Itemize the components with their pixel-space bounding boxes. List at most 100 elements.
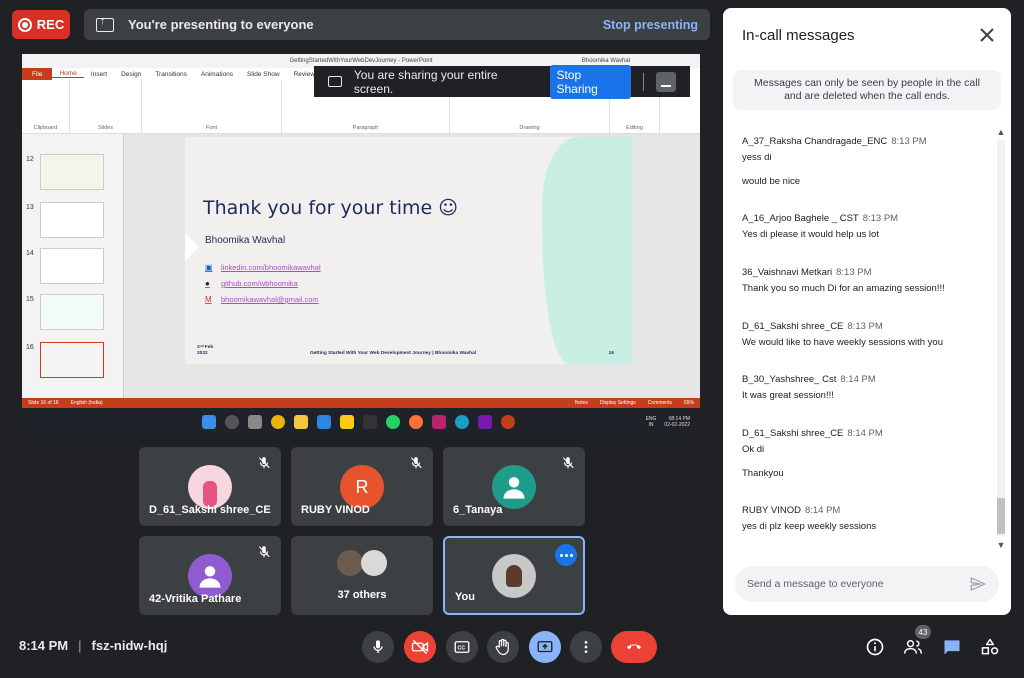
- meeting-details-button[interactable]: [864, 636, 886, 658]
- status-notes: Notes: [574, 400, 588, 406]
- close-icon[interactable]: [979, 27, 995, 43]
- vscode-icon: [317, 415, 331, 429]
- current-time: 8:14 PM: [19, 638, 69, 653]
- present-screen-icon: [96, 16, 114, 32]
- sticky-notes-icon: [340, 415, 354, 429]
- slide-thumbnail: [40, 154, 104, 190]
- send-icon[interactable]: [969, 575, 987, 593]
- microphone-button[interactable]: [362, 631, 394, 663]
- presenting-banner: You're presenting to everyone Stop prese…: [84, 9, 710, 40]
- participant-photo: [361, 550, 387, 576]
- message-time: 8:13 PM: [836, 267, 872, 278]
- tray-date: 02-02-2022: [664, 422, 690, 428]
- scroll-up-icon[interactable]: ▲: [995, 126, 1007, 138]
- captions-button[interactable]: CC: [446, 631, 478, 663]
- participant-name: 42-Vritika Pathare: [149, 593, 242, 605]
- slide-author: Bhoomika Wavhal: [205, 235, 286, 246]
- participant-tile[interactable]: R RUBY VINOD: [291, 447, 433, 526]
- file-explorer-icon: [294, 415, 308, 429]
- participant-photo: [337, 550, 363, 576]
- participant-name: You: [455, 591, 475, 603]
- chat-title: In-call messages: [742, 27, 855, 44]
- people-button[interactable]: [902, 636, 924, 658]
- slide-footer-date-line2: 2022: [197, 351, 208, 356]
- status-comments: Comments: [647, 400, 672, 406]
- slide-thumbnail: [40, 248, 104, 284]
- whatsapp-icon: [386, 415, 400, 429]
- message-text: would be nice: [742, 176, 801, 187]
- tray-region: IN: [648, 422, 654, 428]
- activities-button[interactable]: [979, 636, 1001, 658]
- chat-button[interactable]: [941, 636, 963, 658]
- mic-off-icon: [562, 457, 574, 469]
- message-sender: A_37_Raksha Chandragade_ENC: [742, 136, 888, 147]
- powerpoint-icon: [501, 415, 515, 429]
- message-text: yes di plz keep weekly sessions: [742, 521, 877, 532]
- message-text: Ok di: [742, 444, 765, 455]
- more-options-icon[interactable]: [555, 544, 577, 566]
- search-icon: [225, 415, 239, 429]
- message-time: 8:14 PM: [847, 428, 883, 439]
- presenting-text: You're presenting to everyone: [128, 17, 314, 32]
- ribbon-tab-slideshow: Slide Show: [247, 70, 280, 78]
- github-link: ● github.com/wbhoomika: [205, 279, 298, 288]
- thumb-number: 12: [26, 156, 34, 163]
- slide-decoration: [542, 137, 632, 364]
- stop-sharing-button[interactable]: Stop Sharing: [550, 64, 632, 99]
- chat-message: A_37_Raksha Chandragade_ENC 8:13 PM yess …: [742, 136, 992, 187]
- mic-off-icon: [258, 457, 270, 469]
- participant-name: 6_Tanaya: [453, 504, 503, 516]
- app-icon: [432, 415, 446, 429]
- person-icon: [188, 554, 232, 598]
- participant-tile[interactable]: D_61_Sakshi shree_CE: [139, 447, 281, 526]
- thumb-number: 16: [26, 344, 34, 351]
- more-vert-icon: [584, 641, 588, 653]
- linkedin-icon: ▣: [205, 263, 213, 272]
- self-photo: [492, 554, 536, 598]
- ribbon-group-font: Font: [142, 80, 282, 133]
- thumb-number: 13: [26, 204, 34, 211]
- chat-scrollbar[interactable]: ▲ ▼: [995, 126, 1007, 551]
- slide-thumbnails: 12 13 14 15 16: [22, 134, 124, 398]
- more-options-button[interactable]: [570, 631, 602, 663]
- email-link: Mbhoomikawavhal@gmail.com: [205, 295, 319, 304]
- raise-hand-button[interactable]: [487, 631, 519, 663]
- meeting-info: 8:14 PM | fsz-nidw-hqj: [19, 638, 167, 653]
- participant-name: D_61_Sakshi shree_CE: [149, 504, 271, 516]
- mic-off-icon: [410, 457, 422, 469]
- participant-tile[interactable]: 6_Tanaya: [443, 447, 585, 526]
- mic-icon: [373, 640, 383, 653]
- scroll-thumb[interactable]: [997, 498, 1005, 534]
- message-text: Thankyou: [742, 468, 784, 479]
- status-display: Display Settings: [599, 400, 636, 406]
- scroll-track[interactable]: [997, 140, 1005, 536]
- present-button[interactable]: [529, 631, 561, 663]
- stop-presenting-button[interactable]: Stop presenting: [603, 18, 698, 32]
- message-input[interactable]: [747, 578, 969, 590]
- leave-call-button[interactable]: [611, 631, 657, 663]
- slide-footer-title: Getting Started With Your Web Developmen…: [310, 351, 477, 356]
- message-sender: A_16_Arjoo Baghele _ CST: [742, 213, 859, 224]
- mic-off-icon: [258, 546, 270, 558]
- message-composer: [735, 566, 999, 602]
- participant-tile[interactable]: 42-Vritika Pathare: [139, 536, 281, 615]
- captions-icon: CC: [454, 641, 470, 653]
- info-icon: [866, 638, 884, 656]
- message-sender: D_61_Sakshi shree_CE: [742, 428, 844, 439]
- terminal-icon: [363, 415, 377, 429]
- self-tile[interactable]: You: [443, 536, 585, 615]
- message-time: 8:14 PM: [840, 374, 876, 385]
- scroll-down-icon[interactable]: ▼: [995, 539, 1007, 551]
- ribbon-tab-file: File: [22, 68, 53, 80]
- message-time: 8:13 PM: [847, 321, 883, 332]
- status-language: English (India): [70, 400, 103, 406]
- message-sender: D_61_Sakshi shree_CE: [742, 321, 844, 332]
- camera-button[interactable]: [404, 631, 436, 663]
- ribbon-tab-animations: Animations: [200, 70, 234, 78]
- info-separator: |: [78, 638, 82, 653]
- message-text: We would like to have weekly sessions wi…: [742, 337, 944, 348]
- others-tile[interactable]: 37 others: [291, 536, 433, 615]
- minimize-icon[interactable]: [656, 71, 676, 92]
- slide-footer-date-line1: 2ⁿᵈ Feb: [197, 345, 214, 350]
- onenote-icon: [478, 415, 492, 429]
